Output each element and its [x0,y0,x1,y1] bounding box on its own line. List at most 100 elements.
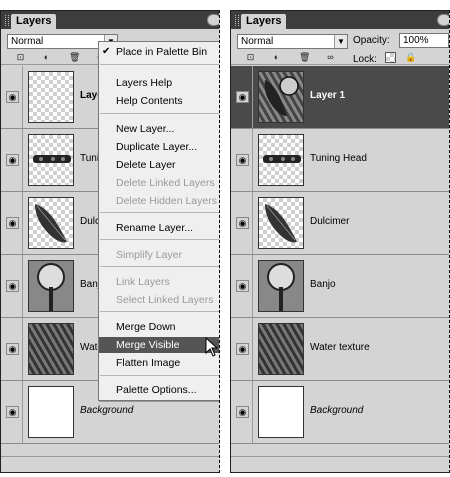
layer-name: Background [80,405,134,416]
eye-cell: ◉ [231,255,253,317]
layer-name: Banjo [310,279,336,290]
tuning-head-icon [33,155,71,163]
eye-cell: ◉ [231,318,253,380]
eye-icon[interactable]: ◉ [236,406,249,418]
menu-divider [100,375,219,376]
layer-name: Layer 1 [310,90,346,101]
adjustment-layer-icon[interactable]: ◐ [271,52,282,63]
eye-icon[interactable]: ◉ [236,280,249,292]
menu-item-delete-layer[interactable]: Delete Layer [99,157,219,173]
menu-item-link-layers: Link Layers [99,274,219,290]
lock-label: Lock: [353,54,377,65]
menu-item-palette-options[interactable]: Palette Options... [99,382,219,398]
layer-thumbnail [258,323,304,375]
layer-row-selected[interactable]: ◉ Layer 1 [231,66,449,129]
menu-divider [100,266,219,267]
menu-item-select-linked-layers: Select Linked Layers [99,292,219,308]
layer-thumbnail [258,260,304,312]
palette-menu: ✔ Place in Palette Bin Layers Help Help C… [98,41,219,401]
menu-item-duplicate-layer[interactable]: Duplicate Layer... [99,139,219,155]
drag-grip-icon[interactable] [235,15,239,26]
layer-name: Dulcimer [310,216,350,227]
eye-cell: ◉ [231,192,253,254]
eye-icon[interactable]: ◉ [236,217,249,229]
merged-image-icon [264,76,299,116]
layer-thumbnail [258,134,304,186]
menu-item-simplify-layer: Simplify Layer [99,247,219,263]
banjo-icon [37,263,65,311]
eye-icon[interactable]: ◉ [236,154,249,166]
menu-item-label: Merge Visible [116,339,180,351]
trash-icon[interactable]: 🗑 [299,52,310,63]
eye-cell: ◉ [1,66,23,128]
menu-item-label: Place in Palette Bin [116,46,208,58]
new-layer-icon[interactable]: ⊡ [245,52,256,63]
menu-item-merge-visible[interactable]: Merge Visible [99,337,219,353]
eye-icon[interactable]: ◉ [6,406,19,418]
eye-icon[interactable]: ◉ [6,91,19,103]
eye-icon[interactable]: ◉ [6,280,19,292]
link-icon[interactable]: ∞ [325,52,336,63]
eye-icon[interactable]: ◉ [236,91,249,103]
eye-icon[interactable]: ◉ [236,343,249,355]
eye-cell: ◉ [1,318,23,380]
menu-item-delete-linked-layers: Delete Linked Layers [99,175,219,191]
menu-item-help-contents[interactable]: Help Contents [99,93,219,109]
drag-grip-icon[interactable] [5,15,9,26]
menu-item-label: Select Linked Layers [116,294,214,306]
palette-titlebar[interactable]: Layers [1,11,219,29]
palette-tab[interactable]: Layers [241,14,287,29]
palette-menu-button[interactable] [437,14,449,26]
menu-item-label: Help Contents [116,95,183,107]
layer-name: Background [310,405,364,416]
lock-icon[interactable]: 🔒 [405,52,416,63]
menu-item-delete-hidden-layers: Delete Hidden Layers [99,193,219,209]
layers-palette-left: Layers Normal ▼ ⊡ ◐ 🗑 ∞ ◉ Layer 1 ◉ Tuni… [0,10,220,473]
menu-item-label: Palette Options... [116,384,197,396]
layer-thumbnail [258,197,304,249]
layer-row[interactable]: ◉ Tuning Head [231,129,449,192]
layer-row[interactable]: ◉ Water texture [231,318,449,381]
menu-item-new-layer[interactable]: New Layer... [99,121,219,137]
adjustment-layer-icon[interactable]: ◐ [41,52,52,63]
layer-name: Tuning Head [310,153,367,164]
menu-item-place-in-palette-bin[interactable]: ✔ Place in Palette Bin [99,44,219,60]
layer-thumbnail [258,71,304,123]
blend-mode-select[interactable]: Normal ▼ [237,34,348,49]
chevron-down-icon[interactable]: ▼ [334,35,347,48]
tuning-head-icon [263,155,301,163]
menu-item-label: Delete Hidden Layers [116,195,217,207]
palette-menu-button[interactable] [207,14,219,26]
layer-name: Water texture [310,342,370,353]
trash-icon[interactable]: 🗑 [69,52,80,63]
lock-transparency-icon[interactable] [385,52,396,63]
layer-row[interactable]: ◉ Background [231,381,449,444]
menu-item-label: New Layer... [116,123,175,135]
opacity-input[interactable]: 100% [399,33,449,48]
layer-row[interactable]: ◉ Dulcimer [231,192,449,255]
eye-icon[interactable]: ◉ [6,154,19,166]
menu-item-layers-help[interactable]: Layers Help [99,75,219,91]
layer-thumbnail [28,323,74,375]
menu-item-rename-layer[interactable]: Rename Layer... [99,220,219,236]
new-layer-icon[interactable]: ⊡ [15,52,26,63]
palette-tab[interactable]: Layers [11,14,57,29]
eye-cell: ◉ [231,129,253,191]
eye-icon[interactable]: ◉ [6,343,19,355]
menu-item-label: Flatten Image [116,357,181,369]
layer-thumbnail [28,134,74,186]
blend-mode-value: Normal [241,36,274,47]
menu-item-merge-down[interactable]: Merge Down [99,319,219,335]
opacity-label: Opacity: [353,35,390,46]
palette-bottom [1,456,219,472]
menu-item-flatten-image[interactable]: Flatten Image [99,355,219,371]
layer-row[interactable]: ◉ Banjo [231,255,449,318]
palette-titlebar[interactable]: Layers [231,11,449,29]
dulcimer-icon [265,204,297,243]
blend-mode-value: Normal [11,36,44,47]
layer-thumbnail [258,386,304,438]
menu-item-label: Simplify Layer [116,249,182,261]
eye-cell: ◉ [1,381,23,443]
eye-icon[interactable]: ◉ [6,217,19,229]
layer-thumbnail [28,71,74,123]
